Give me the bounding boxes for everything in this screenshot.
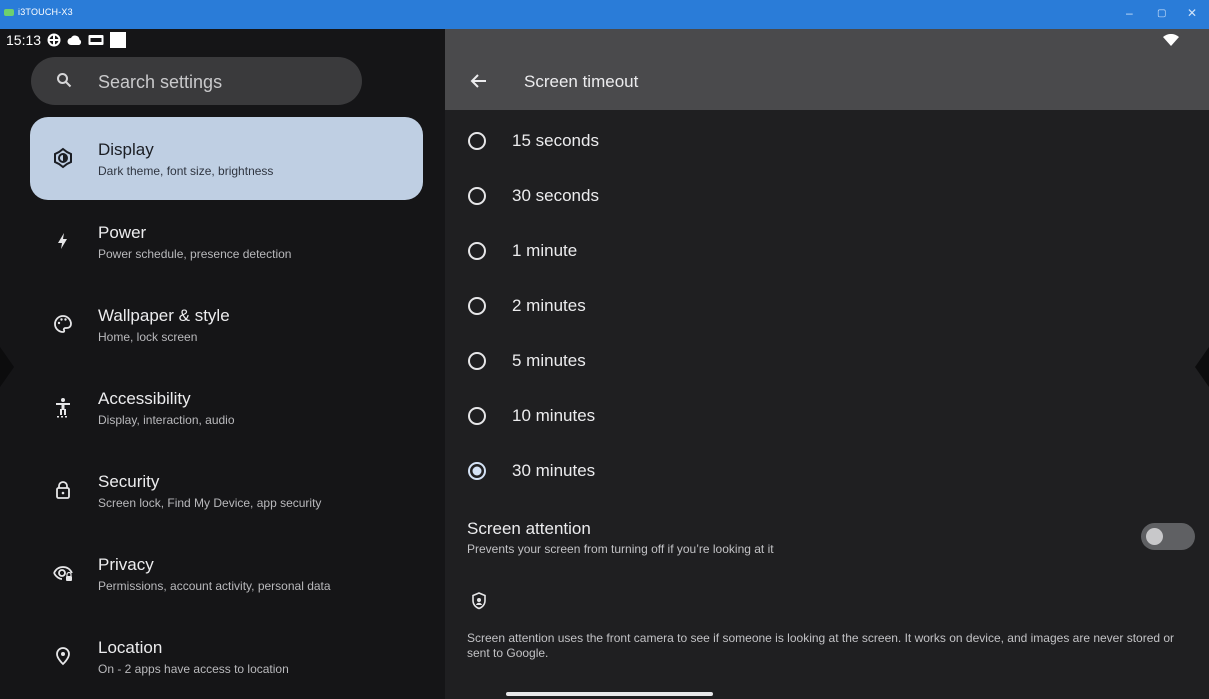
- sidebar-item-title: Location: [98, 638, 163, 657]
- option-label: 15 seconds: [512, 131, 599, 150]
- option-label: 5 minutes: [512, 351, 586, 370]
- timeout-option-15s[interactable]: 15 seconds: [467, 121, 1167, 161]
- timeout-option-30m[interactable]: 30 minutes: [467, 451, 1167, 491]
- sidebar-item-privacy[interactable]: Privacy Permissions, account activity, p…: [30, 532, 423, 615]
- close-window-button[interactable]: ✕: [1187, 6, 1197, 20]
- screen-attention-toggle[interactable]: [1141, 523, 1195, 550]
- sidebar-item-location[interactable]: Location On - 2 apps have access to loca…: [30, 615, 423, 698]
- minimize-button[interactable]: –: [1126, 6, 1133, 20]
- notification-square-icon: [110, 32, 127, 48]
- wifi-icon: [1163, 34, 1179, 46]
- radio-unchecked-icon[interactable]: [467, 351, 487, 371]
- sidebar-item-subtitle: Display, interaction, audio: [98, 413, 235, 427]
- radio-unchecked-icon[interactable]: [467, 241, 487, 261]
- sidebar-item-subtitle: Dark theme, font size, brightness: [98, 164, 274, 178]
- sidebar-item-title: Accessibility: [98, 389, 191, 408]
- sidebar-item-subtitle: On - 2 apps have access to location: [98, 662, 289, 676]
- location-pin-icon: [56, 647, 70, 666]
- timeout-option-2m[interactable]: 2 minutes: [467, 286, 1167, 326]
- sidebar-item-subtitle: Power schedule, presence detection: [98, 247, 292, 261]
- radio-unchecked-icon[interactable]: [467, 406, 487, 426]
- screen-attention-title: Screen attention: [467, 519, 591, 538]
- sidebar-item-display[interactable]: Display Dark theme, font size, brightnes…: [30, 117, 423, 200]
- gamepad-icon: [47, 33, 61, 47]
- palette-icon: [54, 315, 72, 333]
- app-logo-icon: [4, 8, 14, 16]
- option-label: 30 seconds: [512, 186, 599, 205]
- lock-icon: [56, 481, 70, 499]
- maximize-button[interactable]: ▢: [1157, 8, 1166, 19]
- app-title: i3TOUCH-X3: [4, 7, 73, 17]
- sidebar-item-title: Power: [98, 223, 147, 242]
- option-label: 30 minutes: [512, 461, 596, 480]
- accessibility-icon: [56, 398, 70, 418]
- window-title: i3TOUCH-X3: [18, 7, 73, 17]
- sidebar-item-title: Wallpaper & style: [98, 306, 230, 325]
- radio-checked-icon[interactable]: [467, 461, 487, 481]
- status-bar: 15:13: [0, 29, 1209, 51]
- timeout-option-30s[interactable]: 30 seconds: [467, 176, 1167, 216]
- sidebar-item-title: Security: [98, 472, 160, 491]
- home-gesture-bar[interactable]: [506, 692, 713, 696]
- search-icon: [57, 73, 72, 88]
- screen-timeout-page: Screen timeout 15 seconds 30 seconds 1 m…: [445, 29, 1209, 699]
- search-bar[interactable]: Search settings: [31, 57, 362, 105]
- sidebar-item-subtitle: Screen lock, Find My Device, app securit…: [98, 496, 322, 510]
- search-input[interactable]: Search settings: [98, 72, 222, 93]
- sidebar-item-subtitle: Permissions, account activity, personal …: [98, 579, 331, 593]
- option-label: 1 minute: [512, 241, 578, 260]
- bolt-icon: [58, 233, 67, 249]
- sidebar-item-title: Privacy: [98, 555, 154, 574]
- brightness-icon: [54, 147, 72, 169]
- screen-attention-subtitle: Prevents your screen from turning off if…: [467, 542, 774, 556]
- option-label: 2 minutes: [512, 296, 586, 315]
- sidebar-item-title: Display: [98, 140, 154, 159]
- page-title: Screen timeout: [524, 72, 639, 91]
- back-arrow-icon[interactable]: [469, 71, 489, 91]
- cloud-icon: [67, 35, 82, 45]
- sidebar-item-subtitle: Home, lock screen: [98, 330, 198, 344]
- timeout-option-5m[interactable]: 5 minutes: [467, 341, 1167, 381]
- option-label: 10 minutes: [512, 406, 596, 425]
- status-time: 15:13: [6, 32, 42, 48]
- sidebar-item-power[interactable]: Power Power schedule, presence detection: [30, 200, 423, 283]
- toggle-knob: [1146, 528, 1163, 545]
- radio-unchecked-icon[interactable]: [467, 131, 487, 151]
- settings-sidebar: Search settings Display Dark theme, font…: [0, 29, 445, 699]
- sidebar-item-wallpaper[interactable]: Wallpaper & style Home, lock screen: [30, 283, 423, 366]
- screen-attention-footnote: Screen attention uses the front camera t…: [467, 631, 1175, 660]
- sidebar-item-security[interactable]: Security Screen lock, Find My Device, ap…: [30, 449, 423, 532]
- display-output-icon: [88, 35, 104, 45]
- sidebar-item-accessibility[interactable]: Accessibility Display, interaction, audi…: [30, 366, 423, 449]
- window-titlebar: i3TOUCH-X3 – ▢ ✕: [0, 0, 1209, 29]
- radio-unchecked-icon[interactable]: [467, 186, 487, 206]
- shield-face-icon: [472, 592, 486, 610]
- radio-unchecked-icon[interactable]: [467, 296, 487, 316]
- privacy-icon: [53, 566, 73, 581]
- timeout-option-1m[interactable]: 1 minute: [467, 231, 1167, 271]
- timeout-option-10m[interactable]: 10 minutes: [467, 396, 1167, 436]
